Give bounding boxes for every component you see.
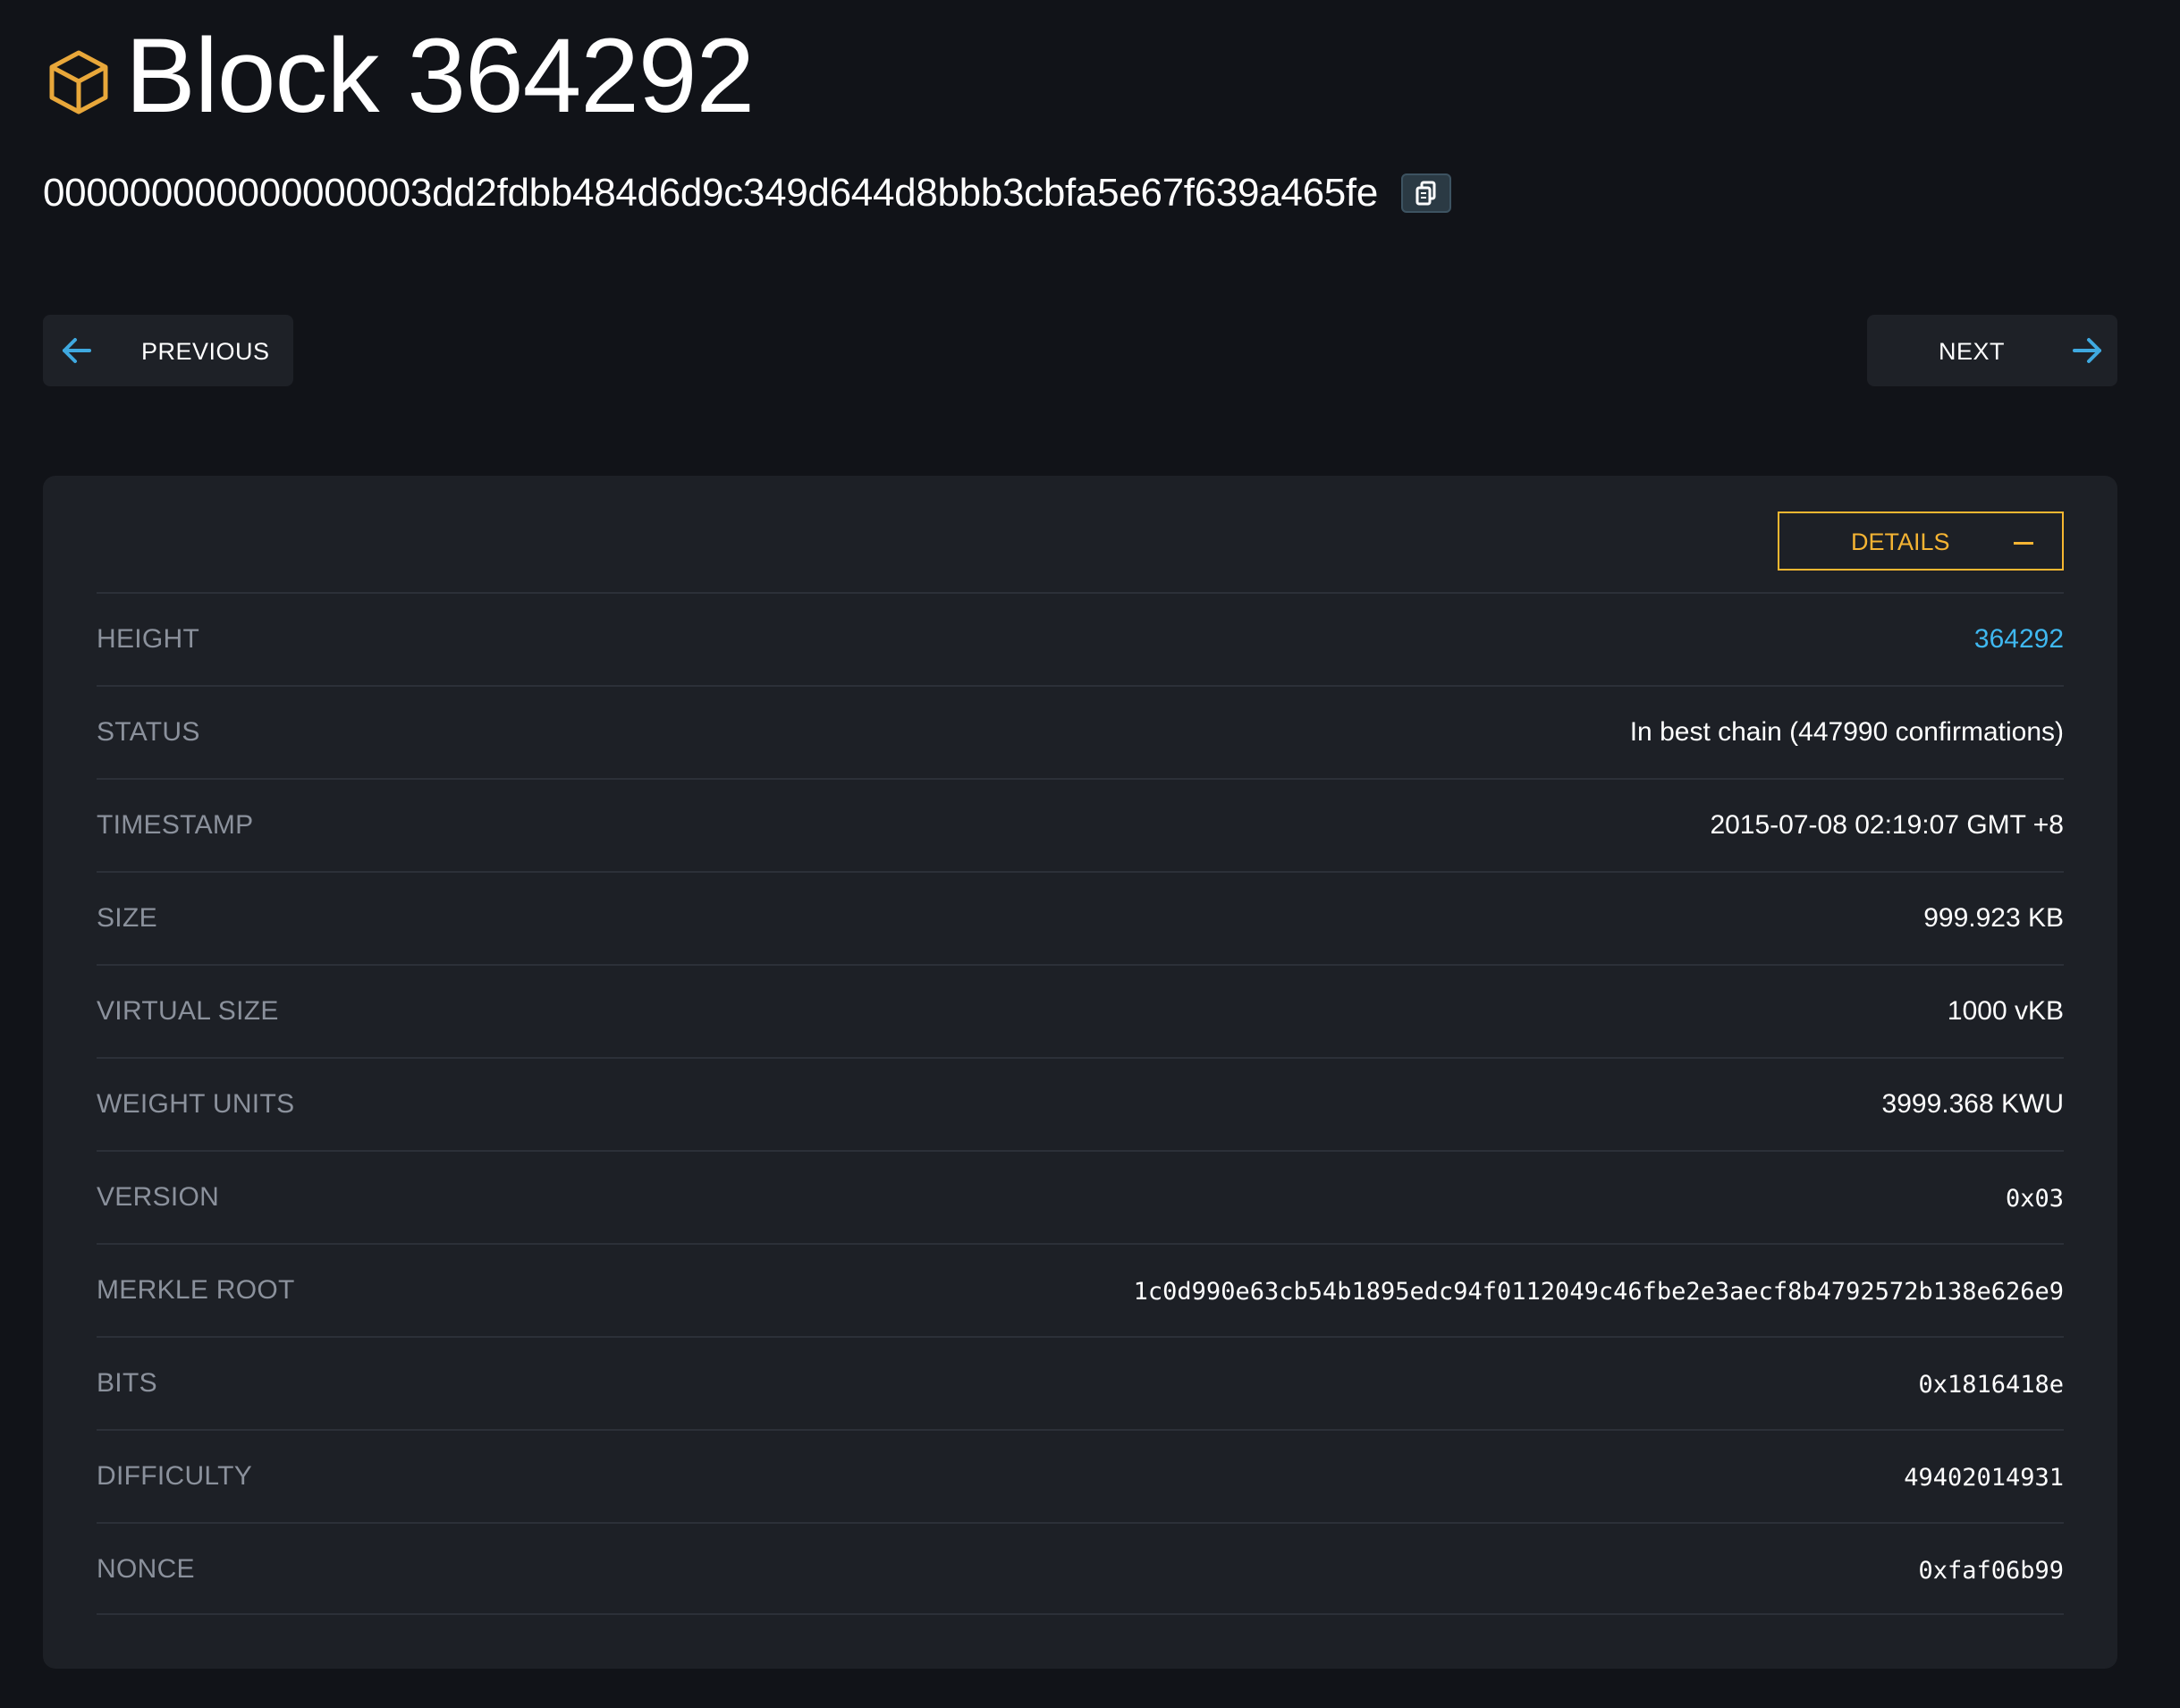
detail-key: DIFFICULTY	[97, 1461, 253, 1491]
detail-row-virtual-size: VIRTUAL SIZE 1000 vKB	[97, 964, 2064, 1057]
cube-icon	[49, 50, 108, 114]
detail-value: 49402014931	[1904, 1464, 2064, 1492]
detail-value: 3999.368 KWU	[1881, 1089, 2064, 1119]
detail-value: 1c0d990e63cb54b1895edc94f0112049c46fbe2e…	[1133, 1278, 2064, 1306]
detail-row-status: STATUS In best chain (447990 confirmatio…	[97, 685, 2064, 778]
arrow-right-icon	[2073, 338, 2101, 363]
block-hash-row: 000000000000000003dd2fdbb484d6d9c349d644…	[43, 166, 1451, 220]
detail-value: 0xfaf06b99	[1918, 1557, 2064, 1585]
minus-icon	[2014, 542, 2033, 545]
previous-button-label: PREVIOUS	[141, 338, 270, 365]
detail-key: HEIGHT	[97, 624, 200, 654]
detail-key: MERKLE ROOT	[97, 1275, 295, 1305]
detail-row-nonce: NONCE 0xfaf06b99	[97, 1522, 2064, 1615]
page-title: Block 364292	[125, 17, 755, 135]
copy-icon	[1415, 181, 1436, 206]
details-toggle-label: DETAILS	[1851, 528, 1950, 555]
details-toggle-button[interactable]: DETAILS	[1778, 512, 2064, 571]
detail-row-bits: BITS 0x1816418e	[97, 1336, 2064, 1429]
detail-key: VIRTUAL SIZE	[97, 996, 279, 1026]
detail-key: NONCE	[97, 1554, 195, 1584]
detail-key: SIZE	[97, 903, 157, 933]
previous-block-button[interactable]: PREVIOUS	[43, 315, 293, 386]
detail-row-merkle-root: MERKLE ROOT 1c0d990e63cb54b1895edc94f011…	[97, 1243, 2064, 1336]
detail-key: STATUS	[97, 717, 200, 747]
detail-value: In best chain (447990 confirmations)	[1629, 717, 2064, 747]
detail-value: 0x1816418e	[1918, 1371, 2064, 1399]
detail-value: 0x03	[2005, 1185, 2064, 1213]
detail-key: TIMESTAMP	[97, 810, 254, 840]
detail-value: 999.923 KB	[1923, 903, 2064, 933]
details-list: HEIGHT 364292 STATUS In best chain (4479…	[97, 592, 2064, 1615]
detail-key: BITS	[97, 1368, 157, 1398]
next-button-label: NEXT	[1939, 338, 2006, 365]
block-details-card: DETAILS HEIGHT 364292 STATUS In best cha…	[43, 476, 2117, 1669]
detail-row-weight-units: WEIGHT UNITS 3999.368 KWU	[97, 1057, 2064, 1150]
detail-row-height: HEIGHT 364292	[97, 592, 2064, 685]
block-header: Block 364292	[45, 17, 755, 135]
detail-value: 1000 vKB	[1947, 996, 2064, 1026]
detail-value: 2015-07-08 02:19:07 GMT +8	[1710, 810, 2064, 840]
height-link[interactable]: 364292	[1974, 624, 2064, 655]
detail-row-version: VERSION 0x03	[97, 1150, 2064, 1243]
detail-row-size: SIZE 999.923 KB	[97, 871, 2064, 964]
next-block-button[interactable]: NEXT	[1867, 315, 2117, 386]
block-page: Block 364292 000000000000000003dd2fdbb48…	[0, 0, 2180, 1708]
copy-hash-button[interactable]	[1401, 173, 1451, 213]
detail-row-difficulty: DIFFICULTY 49402014931	[97, 1429, 2064, 1522]
detail-key: WEIGHT UNITS	[97, 1089, 295, 1119]
detail-row-timestamp: TIMESTAMP 2015-07-08 02:19:07 GMT +8	[97, 778, 2064, 871]
detail-key: VERSION	[97, 1182, 220, 1212]
block-hash: 000000000000000003dd2fdbb484d6d9c349d644…	[43, 171, 1378, 215]
arrow-left-icon	[63, 338, 91, 363]
